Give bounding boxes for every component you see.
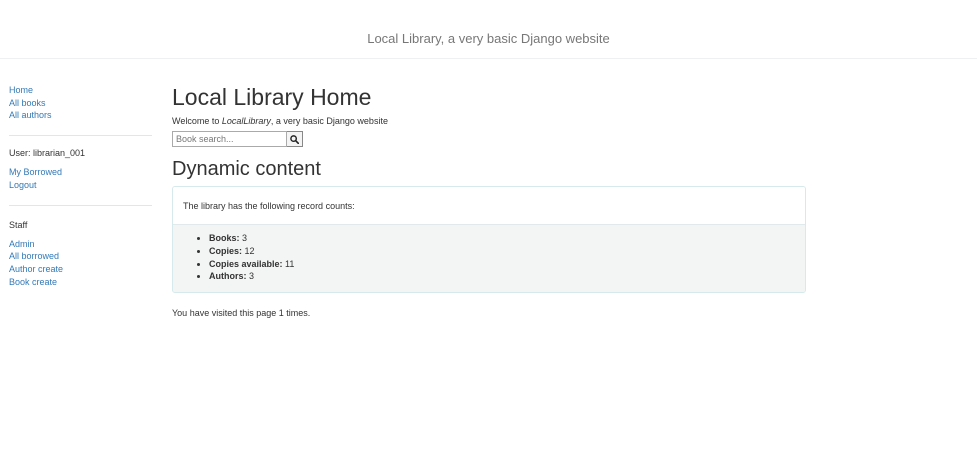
count-value: 3 [249,271,255,282]
sidebar-link-home[interactable]: Home [9,85,33,95]
count-label: Books: [209,233,240,243]
list-item: Authors: 3 [209,270,805,283]
dynamic-content-title: Dynamic content [172,158,321,180]
welcome-prefix: Welcome to [172,116,222,126]
count-value: 11 [285,258,295,269]
search-button[interactable] [287,131,303,147]
main-content: Local Library Home Welcome to LocalLibra… [172,84,806,328]
sidebar-link-admin[interactable]: Admin [9,239,35,249]
sidebar-link-all-books[interactable]: All books [9,98,46,108]
visit-count-text: You have visited this page 1 times. [172,308,311,319]
count-label: Copies: [209,245,243,256]
search-icon [290,134,299,144]
sidebar-link-author-create[interactable]: Author create [9,264,63,274]
list-item: Books: 3 [209,232,805,245]
count-value: 3 [242,233,248,243]
sidebar-divider [9,135,152,137]
sidebar-nav: Home All books All authors [9,84,152,122]
record-counts-panel: The library has the following record cou… [172,186,806,294]
list-item: Copies available: 11 [209,258,805,271]
panel-heading-text: The library has the following record cou… [183,200,355,211]
welcome-suffix: , a very basic Django website [270,116,388,126]
count-label: Authors: [209,271,247,282]
panel-body: Books: 3 Copies: 12 Copies available: 11… [173,225,805,293]
site-title: Local Library, a very basic Django websi… [367,31,610,46]
page-title: Local Library Home [172,84,372,110]
count-value: 12 [244,245,255,256]
record-counts-list: Books: 3 Copies: 12 Copies available: 11… [173,232,805,283]
panel-heading: The library has the following record cou… [173,187,805,225]
list-item: Copies: 12 [209,245,805,258]
welcome-brand: LocalLibrary [221,116,271,126]
sidebar-link-my-borrowed[interactable]: My Borrowed [9,167,62,177]
welcome-text: Welcome to LocalLibrary, a very basic Dj… [172,115,806,127]
sidebar-link-book-create[interactable]: Book create [9,277,57,287]
sidebar-link-all-authors[interactable]: All authors [9,110,52,120]
sidebar-account: My Borrowed Logout [9,166,152,191]
sidebar: Home All books All authors User: librari… [9,84,152,288]
count-label: Copies available: [209,258,283,269]
staff-heading: Staff [9,219,28,230]
sidebar-staff: Admin All borrowed Author create Book cr… [9,238,152,289]
sidebar-link-logout[interactable]: Logout [9,180,37,190]
top-banner: Local Library, a very basic Django websi… [0,0,977,59]
sidebar-link-all-borrowed[interactable]: All borrowed [9,251,59,261]
user-label: User: librarian_001 [9,148,86,159]
sidebar-divider [9,204,152,206]
search-input[interactable] [172,131,287,147]
search-form [172,131,806,147]
